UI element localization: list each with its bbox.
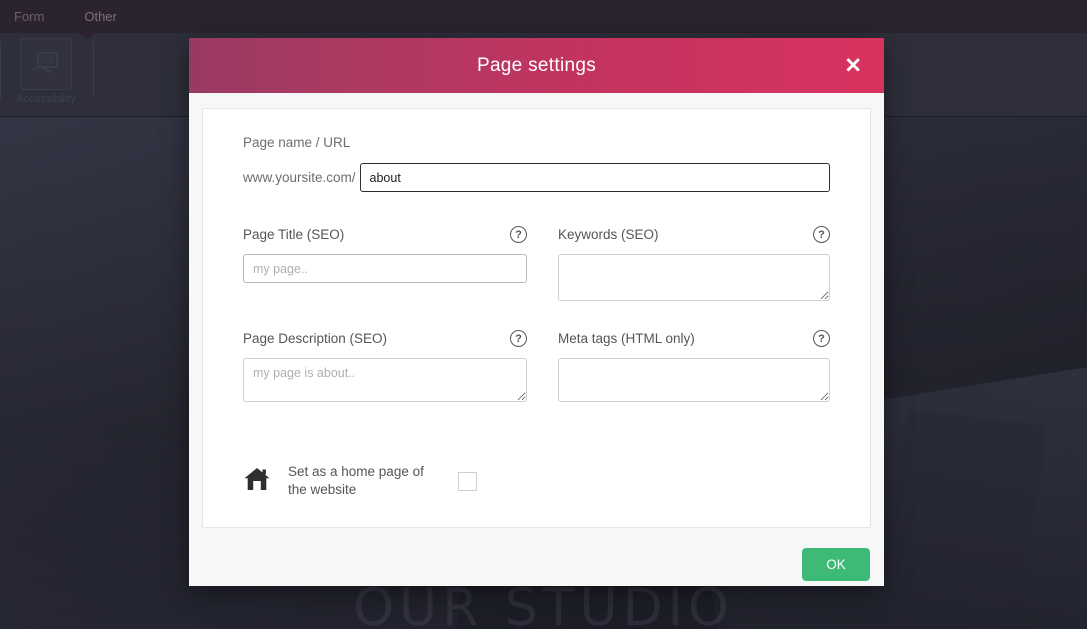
home-page-label: Set as a home page of the website — [288, 464, 424, 498]
page-url-input[interactable] — [359, 163, 830, 192]
dialog-footer: OK — [189, 528, 884, 600]
toolbar-divider — [93, 41, 94, 99]
keywords-field: Keywords (SEO) ? — [558, 226, 830, 306]
page-title-header: Page Title (SEO) ? — [243, 226, 527, 243]
tab-form[interactable]: Form — [4, 0, 54, 33]
screen: OUR STUDIO Accessibility Form Other Page… — [0, 0, 1087, 629]
editor-tab-list: Form Other — [0, 0, 1087, 33]
seo-fields-grid: Page Title (SEO) ? Keywords (SEO) ? — [243, 226, 830, 431]
home-page-checkbox[interactable] — [458, 471, 477, 491]
page-description-textarea[interactable] — [243, 358, 527, 402]
dialog-header: Page settings ✕ — [189, 38, 884, 93]
close-icon[interactable]: ✕ — [838, 51, 868, 80]
url-prefix: www.yoursite.com/ — [243, 170, 356, 185]
page-description-field: Page Description (SEO) ? — [243, 330, 527, 407]
page-url-label: Page name / URL — [243, 135, 351, 150]
page-title-label: Page Title (SEO) — [243, 227, 345, 242]
meta-tags-label: Meta tags (HTML only) — [558, 331, 695, 346]
toolbar-item-label: Accessibility — [16, 93, 76, 105]
page-description-header: Page Description (SEO) ? — [243, 330, 527, 347]
keywords-textarea[interactable] — [558, 254, 830, 301]
page-url-row: www.yoursite.com/ — [243, 163, 830, 192]
meta-tags-textarea[interactable] — [558, 358, 830, 402]
settings-form: Page name / URL www.yoursite.com/ Page T… — [202, 108, 871, 528]
editor-top-bar: Form Other — [0, 0, 1087, 33]
page-description-label: Page Description (SEO) — [243, 331, 388, 346]
toolbar-item-accessibility[interactable]: Accessibility — [10, 38, 82, 105]
meta-tags-field: Meta tags (HTML only) ? — [558, 330, 830, 407]
page-title-field: Page Title (SEO) ? — [243, 226, 527, 306]
keywords-label: Keywords (SEO) — [558, 227, 659, 242]
accessibility-icon-glyph — [21, 39, 71, 89]
toolbar-divider — [0, 41, 1, 99]
home-page-row: Set as a home page of the website — [243, 463, 830, 499]
tab-other[interactable]: Other — [74, 0, 127, 33]
home-icon — [243, 466, 271, 497]
page-settings-dialog: Page settings ✕ Page name / URL www.your… — [189, 38, 884, 586]
meta-tags-header: Meta tags (HTML only) ? — [558, 330, 830, 347]
help-icon[interactable]: ? — [510, 226, 527, 243]
ok-button[interactable]: OK — [802, 547, 870, 581]
keywords-header: Keywords (SEO) ? — [558, 226, 830, 243]
help-icon[interactable]: ? — [510, 330, 527, 347]
help-icon[interactable]: ? — [813, 330, 830, 347]
accessibility-icon[interactable] — [20, 38, 72, 90]
dialog-title: Page settings — [476, 54, 597, 76]
help-icon[interactable]: ? — [813, 226, 830, 243]
dialog-body: Page name / URL www.yoursite.com/ Page T… — [189, 93, 884, 528]
page-title-input[interactable] — [243, 254, 527, 283]
